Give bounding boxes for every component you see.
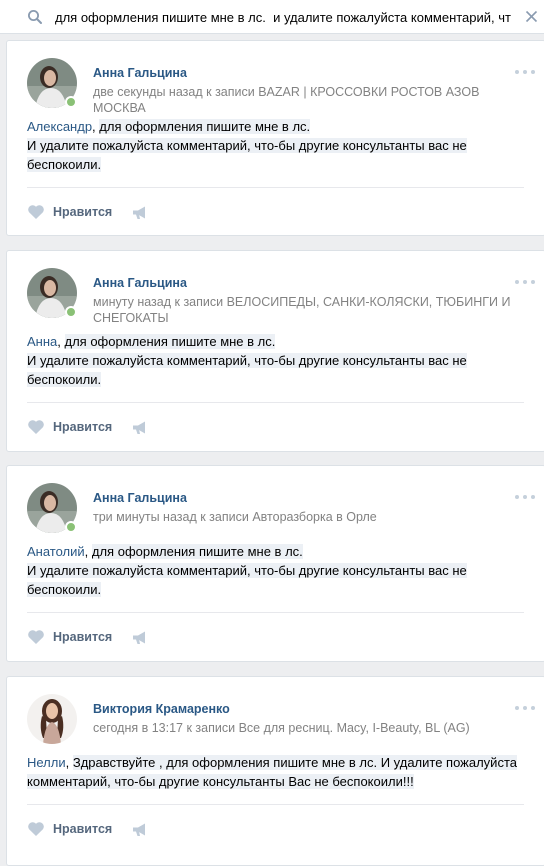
online-indicator [65, 521, 77, 533]
close-icon[interactable] [525, 10, 538, 23]
mention-link[interactable]: Нелли [27, 755, 66, 770]
comment-text: Анна, для оформления пишите мне в лс. И … [27, 334, 467, 387]
like-label: Нравится [53, 822, 113, 836]
highlighted-text: комментарий, что-бы другие консультанты … [27, 774, 414, 789]
highlighted-text: И удалите пожалуйста комментарий, что-бы… [27, 563, 467, 578]
comment-actions: Нравится [27, 418, 149, 436]
highlighted-text: И удалите пожалуйста комментарий, что-бы… [27, 353, 467, 368]
post-link[interactable]: Все для ресниц. Macy, I-Beauty, BL (AG) [239, 721, 470, 735]
divider [27, 612, 524, 613]
online-indicator [65, 306, 77, 318]
comment-text: Нелли, Здравствуйте , для оформления пиш… [27, 755, 517, 789]
author-name[interactable]: Анна Гальцина [93, 66, 187, 80]
heart-icon [28, 630, 44, 644]
share-icon[interactable] [132, 205, 149, 220]
comment-meta: сегодня в 13:17 к записи Все для ресниц.… [93, 720, 533, 736]
highlighted-text: для оформления пишите мне в лс. [91, 544, 303, 559]
mention-link[interactable]: Анна [27, 334, 57, 349]
highlighted-text: для оформления пишите мне в лс. [64, 334, 276, 349]
author-name[interactable]: Анна Гальцина [93, 491, 187, 505]
comment-card: Анна Гальцина минуту назад к записи ВЕЛО… [6, 250, 544, 452]
heart-icon [28, 822, 44, 836]
divider [27, 402, 524, 403]
more-options-icon[interactable] [515, 70, 535, 76]
comment-text: Александр, для оформления пишите мне в л… [27, 119, 467, 172]
share-icon[interactable] [132, 420, 149, 435]
more-options-icon[interactable] [515, 495, 535, 501]
like-button[interactable]: Нравится [27, 629, 112, 645]
to-post-label: к записи [200, 510, 249, 524]
to-post-label: к записи [206, 85, 255, 99]
to-post-label: к записи [174, 295, 224, 309]
highlighted-text: беспокоили. [27, 157, 102, 172]
to-post-label: к записи [186, 721, 236, 735]
highlighted-text: беспокоили. [27, 372, 102, 387]
comment-card: Виктория Крамаренко сегодня в 13:17 к за… [6, 676, 544, 866]
comment-card: Анна Гальцина две секунды назад к записи… [6, 40, 544, 236]
comment-time[interactable]: минуту назад [93, 295, 171, 309]
comment-time[interactable]: две секунды назад [93, 85, 203, 99]
divider [27, 804, 524, 805]
author-name[interactable]: Виктория Крамаренко [93, 702, 230, 716]
post-link[interactable]: Авторазборка в Орле [252, 510, 376, 524]
search-input[interactable] [55, 8, 515, 26]
author-name[interactable]: Анна Гальцина [93, 276, 187, 290]
avatar[interactable] [27, 694, 77, 744]
highlighted-text: Здравствуйте , для оформления пишите мне… [72, 755, 517, 770]
search-icon [28, 10, 42, 24]
comment-meta: три минуты назад к записи Авторазборка в… [93, 509, 533, 525]
comment-actions: Нравится [27, 203, 149, 221]
comment-meta: минуту назад к записи ВЕЛОСИПЕДЫ, САНКИ-… [93, 294, 533, 326]
like-label: Нравится [53, 630, 113, 644]
comment-actions: Нравится [27, 820, 149, 838]
more-options-icon[interactable] [515, 706, 535, 712]
divider [27, 187, 524, 188]
like-button[interactable]: Нравится [27, 419, 112, 435]
search-bar [0, 0, 544, 34]
mention-link[interactable]: Анатолий [27, 544, 85, 559]
highlighted-text: для оформления пишите мне в лс. [99, 119, 311, 134]
comment-time[interactable]: сегодня в 13:17 [93, 721, 183, 735]
more-options-icon[interactable] [515, 280, 535, 286]
highlighted-text: И удалите пожалуйста комментарий, что-бы… [27, 138, 467, 153]
comment-card: Анна Гальцина три минуты назад к записи … [6, 465, 544, 662]
mention-link[interactable]: Александр [27, 119, 92, 134]
like-label: Нравится [53, 205, 113, 219]
like-label: Нравится [53, 420, 113, 434]
share-icon[interactable] [132, 822, 149, 837]
like-button[interactable]: Нравится [27, 204, 112, 220]
comment-meta: две секунды назад к записи BAZAR | КРОСС… [93, 84, 533, 116]
like-button[interactable]: Нравится [27, 821, 112, 837]
comment-time[interactable]: три минуты назад [93, 510, 197, 524]
heart-icon [28, 205, 44, 219]
comment-actions: Нравится [27, 628, 149, 646]
highlighted-text: беспокоили. [27, 582, 102, 597]
online-indicator [65, 96, 77, 108]
comment-text: Анатолий, для оформления пишите мне в лс… [27, 544, 467, 597]
share-icon[interactable] [132, 630, 149, 645]
heart-icon [28, 420, 44, 434]
